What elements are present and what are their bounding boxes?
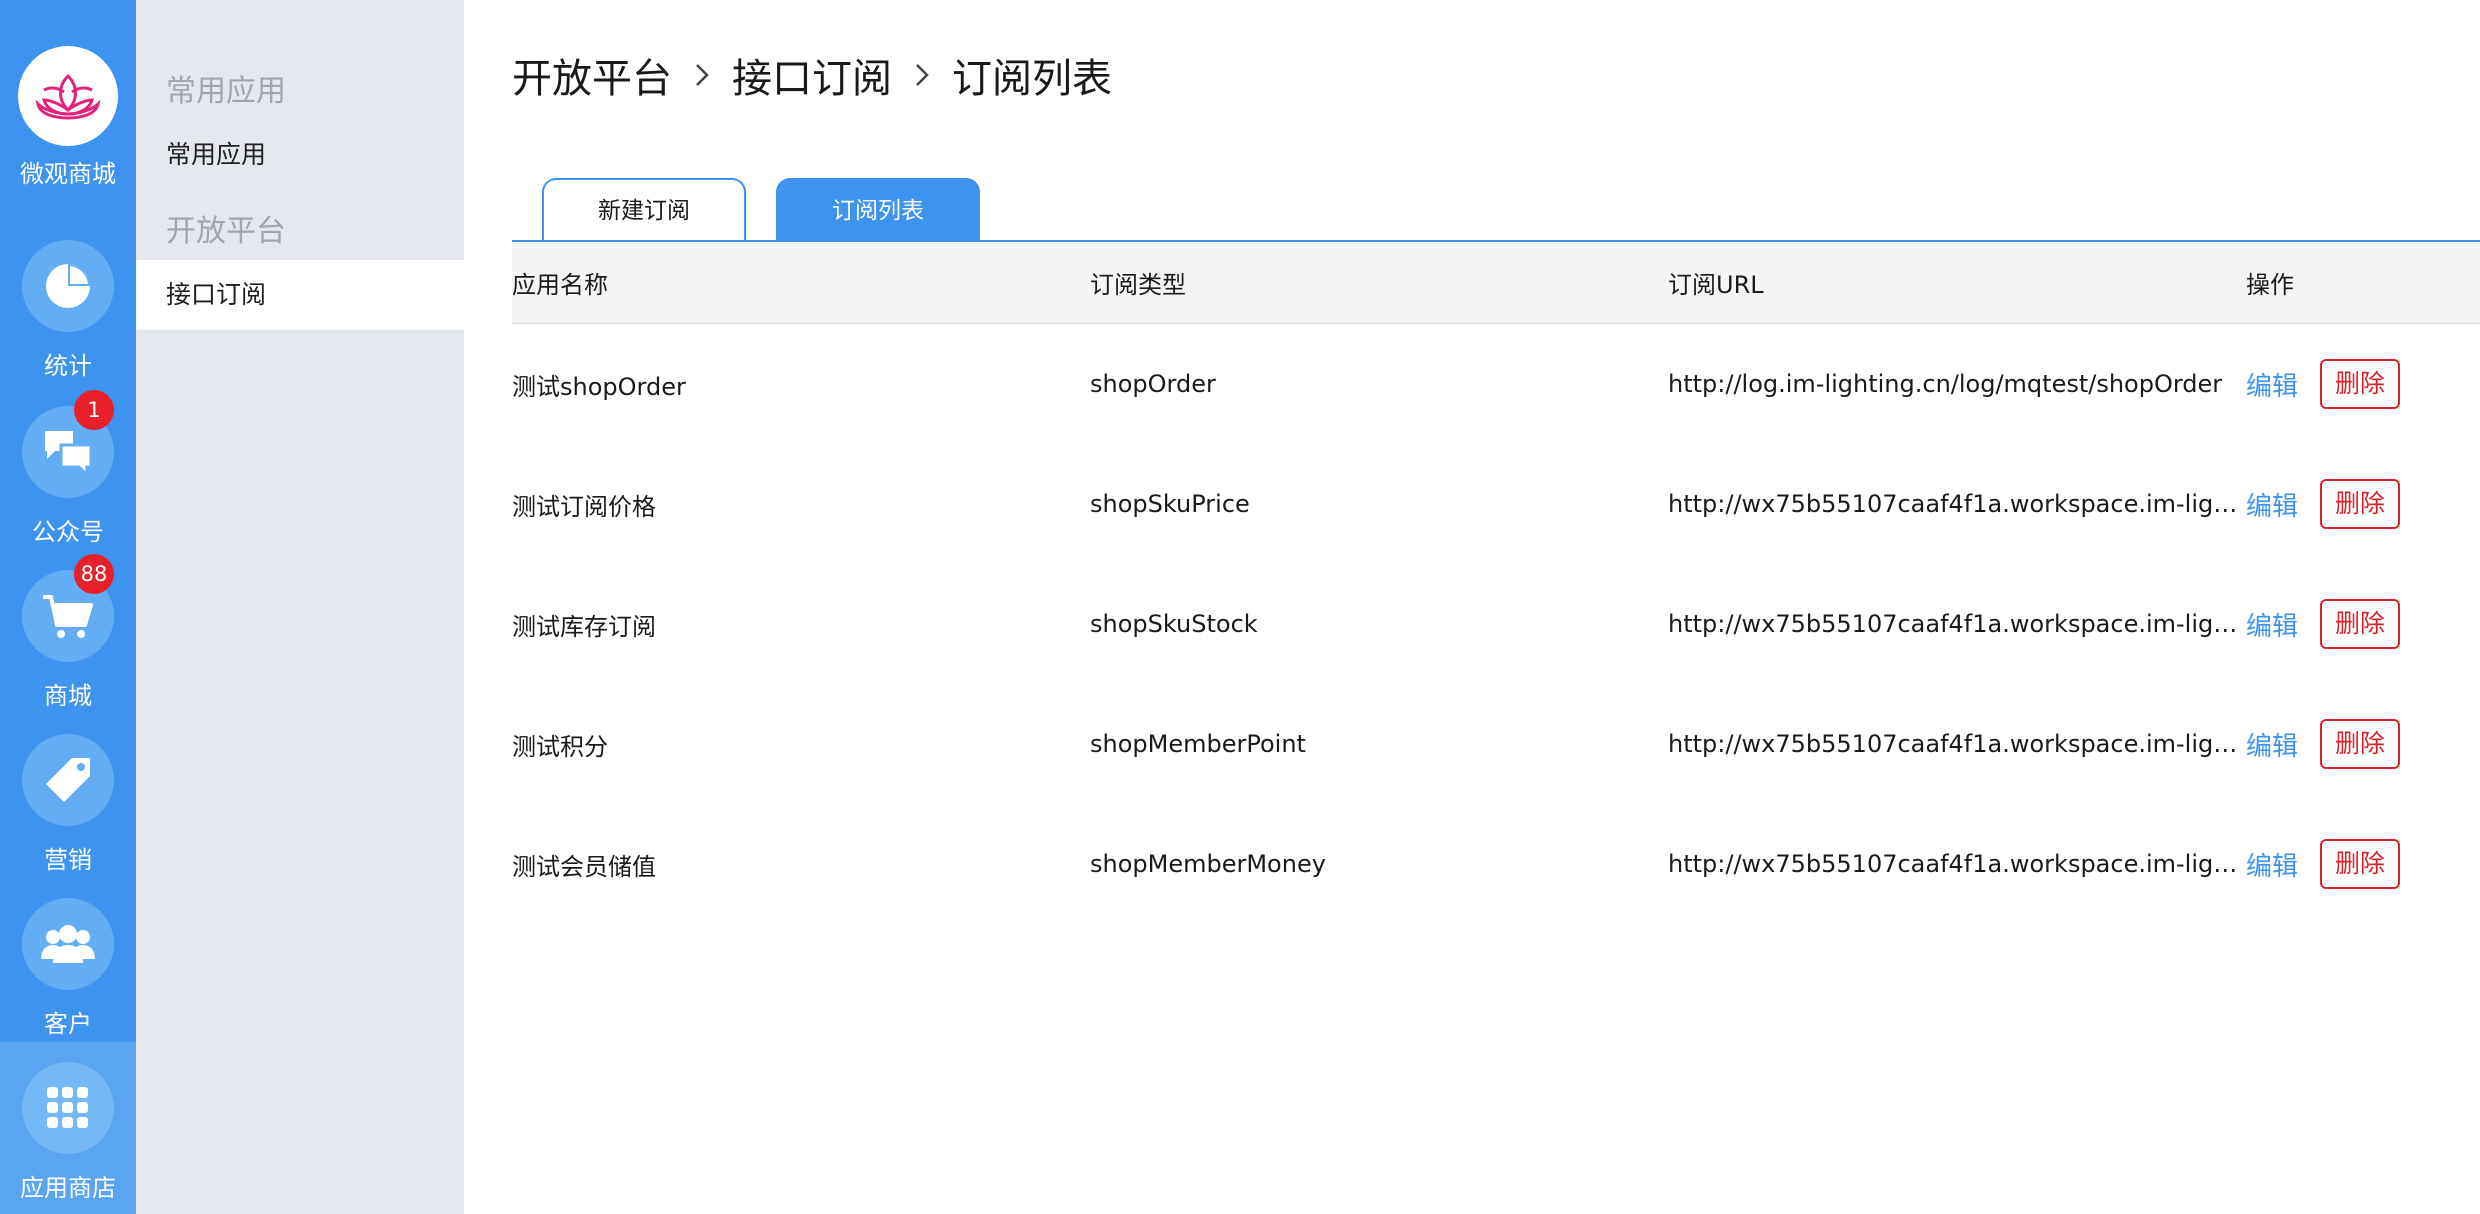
subnav-item-common-apps[interactable]: 常用应用 [136, 120, 464, 190]
brand-name: 微观商城 [20, 160, 116, 188]
subnav-group-title: 开放平台 [166, 214, 286, 249]
cell-actions: 编辑 删除 [2246, 839, 2480, 889]
edit-link[interactable]: 编辑 [2246, 486, 2298, 523]
rail-item-marketing[interactable]: 营销 [0, 734, 136, 898]
breadcrumb: 开放平台 接口订阅 订阅列表 [512, 46, 1112, 104]
table-row: 测试shopOrder shopOrder http://log.im-ligh… [512, 324, 2480, 444]
column-header-actions: 操作 [2246, 271, 2294, 299]
chevron-right-icon [914, 62, 930, 88]
users-icon [22, 898, 114, 990]
rail-label: 公众号 [32, 518, 104, 546]
delete-button[interactable]: 删除 [2320, 359, 2401, 409]
cell-app-name: 测试订阅价格 [512, 492, 656, 521]
breadcrumb-item[interactable]: 开放平台 [512, 46, 672, 104]
column-header-type: 订阅类型 [1090, 271, 1186, 299]
cell-type: shopMemberMoney [1090, 850, 1326, 878]
cell-type: shopMemberPoint [1090, 730, 1306, 758]
tab-subscription-list[interactable]: 订阅列表 [776, 178, 980, 242]
rail-label: 营销 [44, 846, 92, 874]
main-content: 开放平台 接口订阅 订阅列表 新建订阅 订阅列表 应用名称 订阅类型 订阅URL… [464, 0, 2480, 1214]
cell-actions: 编辑 删除 [2246, 479, 2480, 529]
cell-app-name: 测试会员储值 [512, 852, 656, 881]
rail-label: 客户 [44, 1010, 92, 1038]
rail-item-app-store[interactable]: 应用商店 [0, 1042, 136, 1214]
shopping-cart-icon: 88 [22, 554, 114, 662]
breadcrumb-current: 订阅列表 [952, 56, 1112, 102]
cell-type: shopSkuStock [1090, 610, 1258, 638]
cell-url: http://wx75b55107caaf4f1a.workspace.im-l… [1668, 490, 2246, 518]
tab-bar: 新建订阅 订阅列表 [542, 178, 1010, 242]
subnav-group-title: 常用应用 [166, 74, 286, 109]
chevron-right-icon [694, 62, 710, 88]
cell-app-name: 测试积分 [512, 732, 608, 761]
rail-item-official-account[interactable]: 1 公众号 [0, 390, 136, 570]
edit-link[interactable]: 编辑 [2246, 366, 2298, 403]
chat-bubbles-icon: 1 [22, 390, 114, 498]
delete-button[interactable]: 删除 [2320, 479, 2401, 529]
rail-item-customers[interactable]: 客户 [0, 898, 136, 1062]
column-header-app-name: 应用名称 [512, 271, 608, 299]
rail-label: 应用商店 [20, 1174, 116, 1202]
app-rail: 微观商城 统计 1 公众号 88 商城 营销 客户 应用商店 [0, 0, 136, 1214]
cell-url: http://log.im-lighting.cn/log/mqtest/sho… [1668, 370, 2223, 398]
secondary-sidebar: 常用应用 常用应用 开放平台 接口订阅 [136, 0, 464, 1214]
brand[interactable]: 微观商城 [0, 46, 136, 189]
apps-grid-icon [22, 1062, 114, 1154]
cell-type: shopOrder [1090, 370, 1216, 398]
subscription-table: 应用名称 订阅类型 订阅URL 操作 测试shopOrder shopOrder… [512, 242, 2480, 924]
orders-badge: 88 [74, 554, 114, 594]
lotus-logo-icon [18, 46, 118, 146]
table-row: 测试订阅价格 shopSkuPrice http://wx75b55107caa… [512, 444, 2480, 564]
cell-actions: 编辑 删除 [2246, 599, 2480, 649]
cell-app-name: 测试shopOrder [512, 372, 686, 401]
column-header-url: 订阅URL [1668, 271, 1764, 299]
subnav-item-api-subscription[interactable]: 接口订阅 [136, 260, 464, 330]
tab-new-subscription[interactable]: 新建订阅 [542, 178, 746, 242]
edit-link[interactable]: 编辑 [2246, 846, 2298, 883]
delete-button[interactable]: 删除 [2320, 599, 2401, 649]
rail-label: 商城 [44, 682, 92, 710]
table-row: 测试会员储值 shopMemberMoney http://wx75b55107… [512, 804, 2480, 924]
table-row: 测试库存订阅 shopSkuStock http://wx75b55107caa… [512, 564, 2480, 684]
table-row: 测试积分 shopMemberPoint http://wx75b55107ca… [512, 684, 2480, 804]
delete-button[interactable]: 删除 [2320, 839, 2401, 889]
rail-label: 统计 [44, 352, 92, 380]
unread-badge: 1 [74, 390, 114, 430]
cell-url: http://wx75b55107caaf4f1a.workspace.im-l… [1668, 730, 2246, 758]
breadcrumb-item[interactable]: 接口订阅 [732, 46, 892, 104]
price-tag-icon [22, 734, 114, 826]
cell-actions: 编辑 删除 [2246, 359, 2480, 409]
cell-url: http://wx75b55107caaf4f1a.workspace.im-l… [1668, 610, 2246, 638]
rail-item-stats[interactable]: 统计 [0, 240, 136, 404]
edit-link[interactable]: 编辑 [2246, 726, 2298, 763]
delete-button[interactable]: 删除 [2320, 719, 2401, 769]
table-header: 应用名称 订阅类型 订阅URL 操作 [512, 242, 2480, 324]
cell-actions: 编辑 删除 [2246, 719, 2480, 769]
pie-chart-icon [22, 240, 114, 332]
cell-url: http://wx75b55107caaf4f1a.workspace.im-l… [1668, 850, 2246, 878]
rail-item-shop[interactable]: 88 商城 [0, 554, 136, 734]
cell-type: shopSkuPrice [1090, 490, 1250, 518]
cell-app-name: 测试库存订阅 [512, 612, 656, 641]
edit-link[interactable]: 编辑 [2246, 606, 2298, 643]
